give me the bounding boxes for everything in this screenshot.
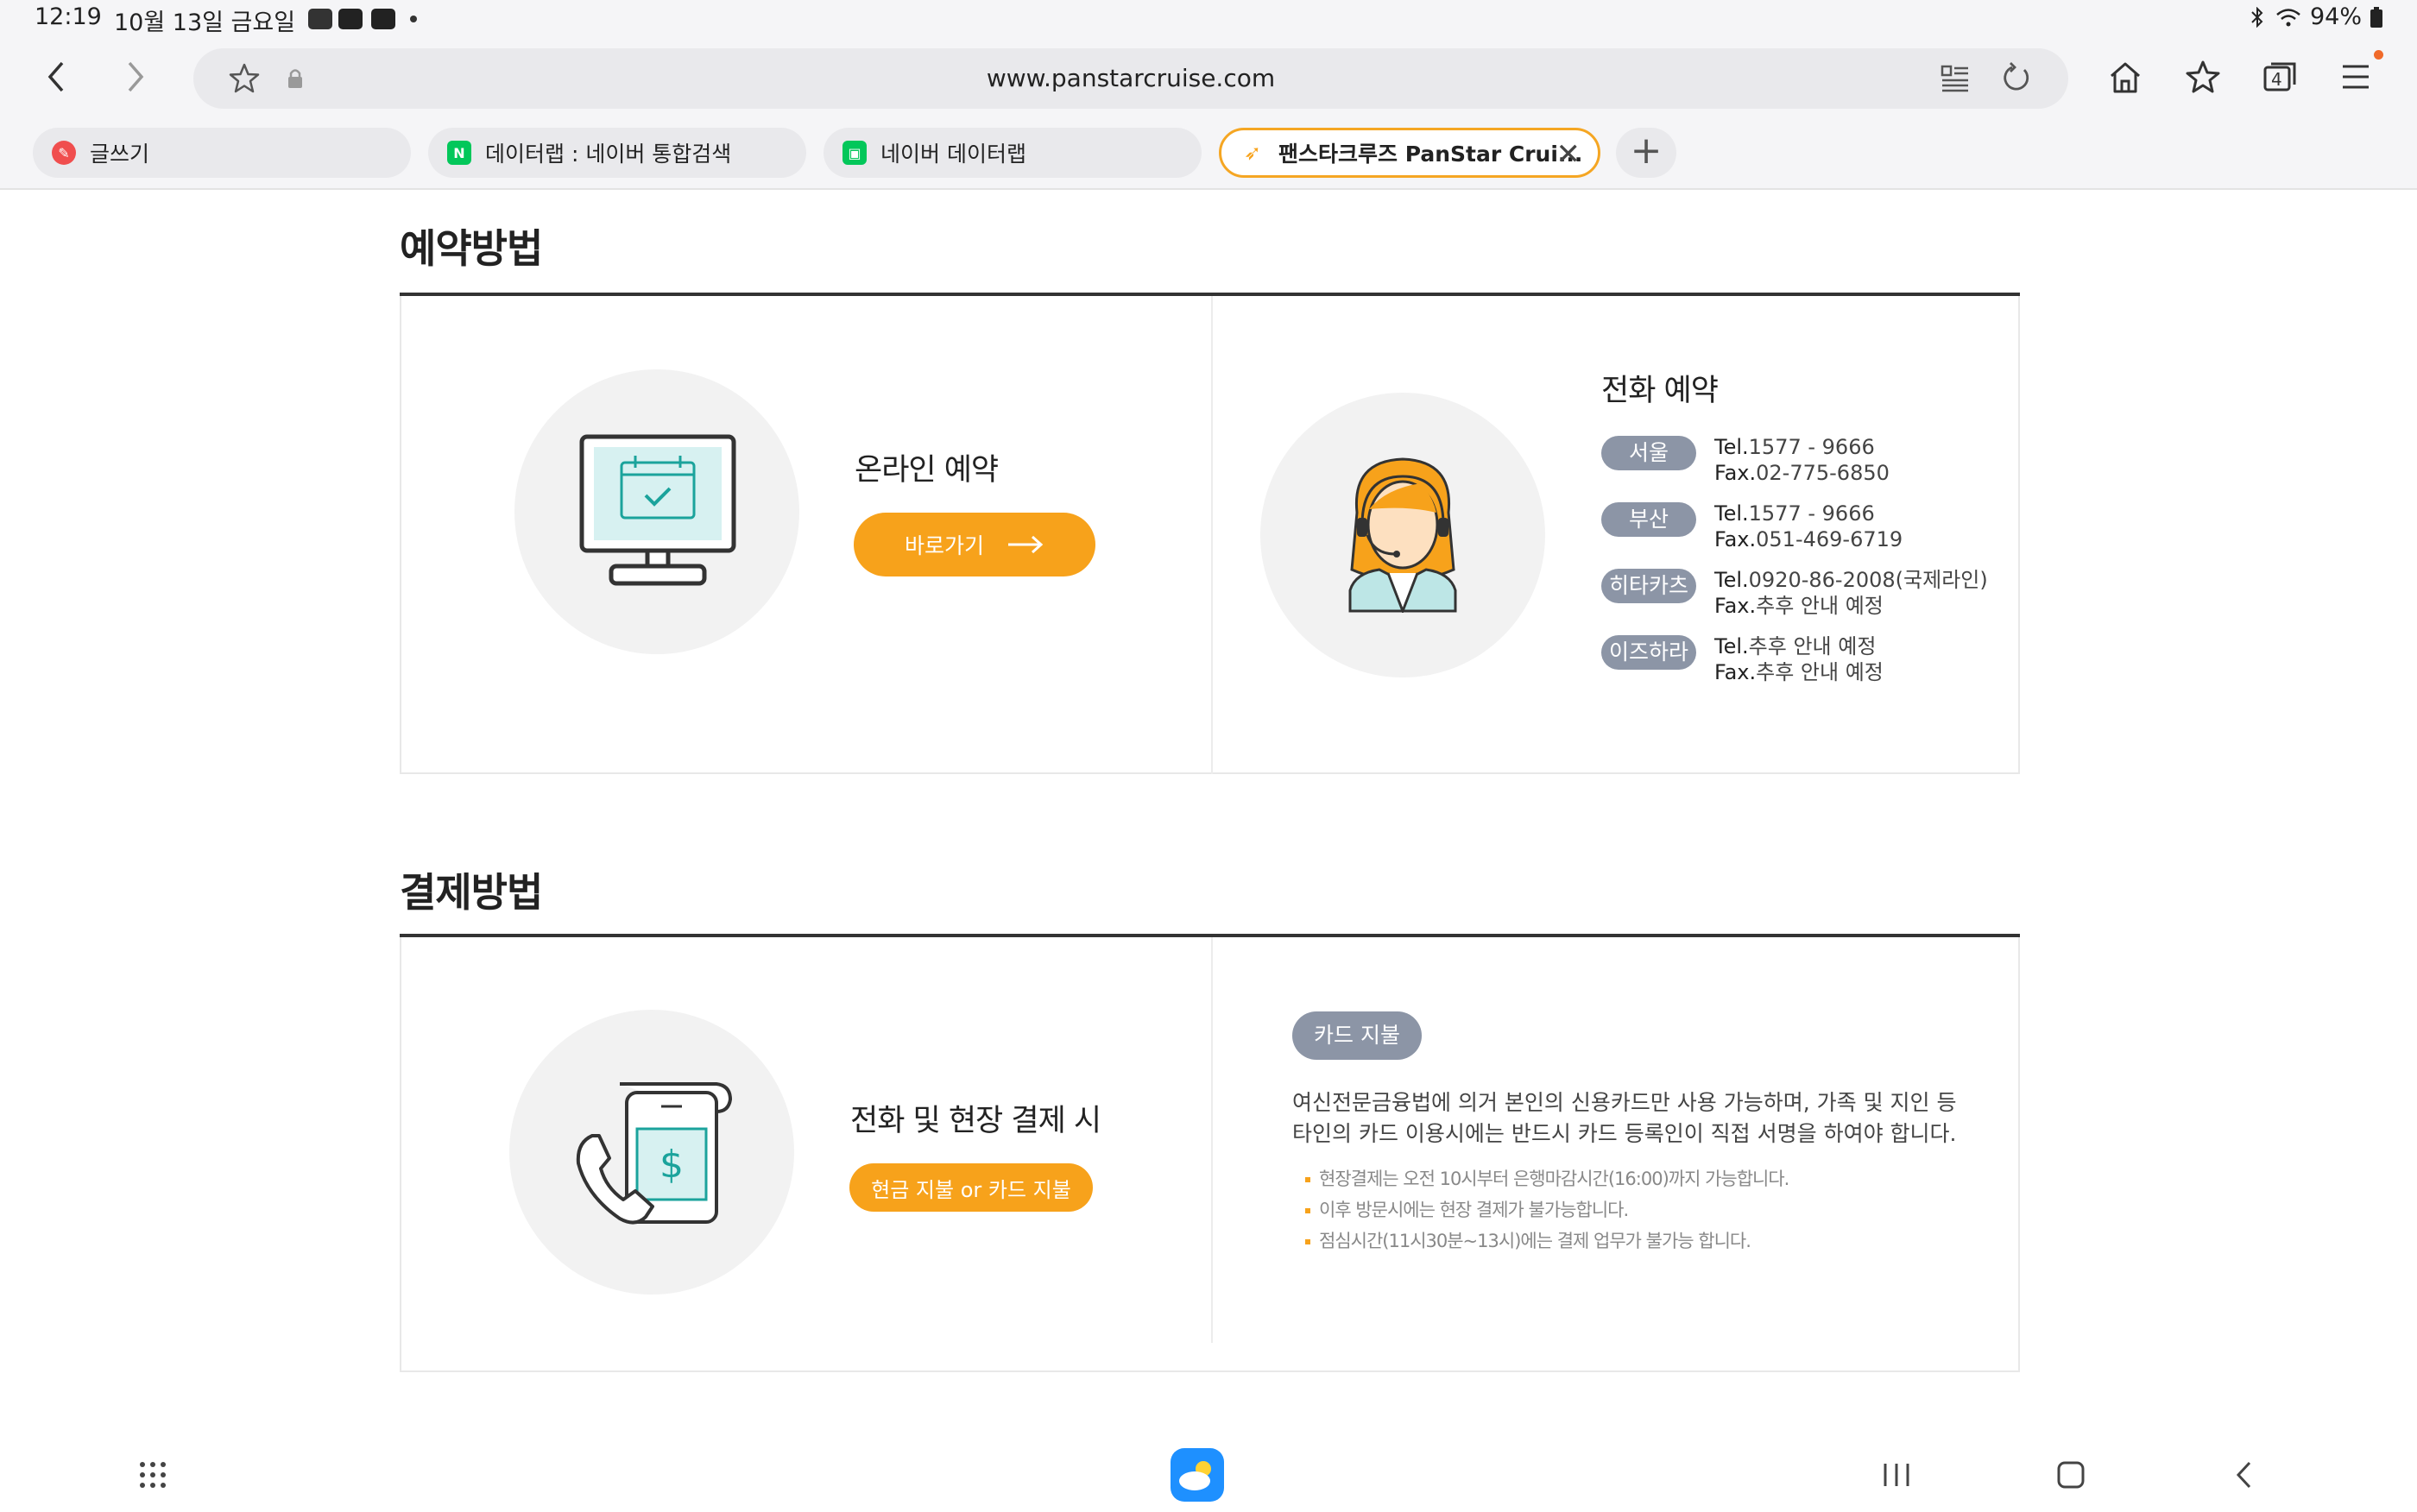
contact-busan: Tel.1577 - 9666 Fax.051-469-6719 xyxy=(1714,501,1903,551)
tab-write[interactable]: ✎ 글쓰기 xyxy=(33,128,411,178)
panstar-icon: ➶ xyxy=(1243,141,1262,165)
phone-payment-icon: $ xyxy=(576,1082,733,1225)
tab-label: 데이터랩 : 네이버 통합검색 xyxy=(485,142,732,167)
tab-strip: ✎ 글쓰기 N 데이터랩 : 네이버 통합검색 ▣ 네이버 데이터랩 ➶ 팬스타… xyxy=(0,114,2417,190)
branch-badge-izuhara: 이즈하라 xyxy=(1601,635,1696,670)
fax-izuhara: 추후 안내 예정 xyxy=(1756,660,1884,684)
battery-percent: 94% xyxy=(2309,3,2362,30)
browser-toolbar: www.panstarcruise.com 4 xyxy=(0,40,2417,114)
description-line: 타인의 카드 이용시에는 반드시 카드 등록인이 직접 서명을 하여야 합니다. xyxy=(1292,1121,1957,1146)
button-label: 바로가기 xyxy=(904,533,984,558)
gallery-notification-icon xyxy=(308,9,332,29)
back-nav-icon[interactable] xyxy=(2234,1460,2255,1490)
phone-reservation-heading: 전화 예약 xyxy=(1601,374,1719,408)
tab-label: 글쓰기 xyxy=(90,142,150,167)
bookmarks-icon[interactable] xyxy=(2184,59,2222,97)
tel-seoul: 1577 - 9666 xyxy=(1748,435,1875,459)
youtube-notification-icon xyxy=(338,9,363,29)
cash-or-card-badge: 현금 지불 or 카드 지불 xyxy=(849,1163,1093,1212)
go-reservation-button[interactable]: 바로가기 xyxy=(854,513,1095,576)
contact-hitakatsu: Tel.0920-86-2008(국제라인) Fax.추후 안내 예정 xyxy=(1714,568,1988,618)
weather-app-icon[interactable] xyxy=(1171,1448,1224,1502)
payment-note: 이후 방문시에는 현장 결제가 불가능합니다. xyxy=(1305,1196,1629,1222)
operator-headset-icon xyxy=(1348,457,1457,613)
forward-icon[interactable] xyxy=(114,55,157,98)
system-nav-bar xyxy=(0,1424,2417,1512)
status-date: 10월 13일 금요일 xyxy=(114,9,296,36)
app-drawer-icon[interactable] xyxy=(138,1460,167,1490)
status-time: 12:19 xyxy=(35,3,102,30)
tab-panstar[interactable]: ➶ 팬스타크루즈 PanStar Crui... ✕ xyxy=(1219,128,1600,178)
status-bar: 12:19 10월 13일 금요일 94% xyxy=(0,0,2417,40)
home-nav-icon[interactable] xyxy=(2056,1460,2086,1490)
payment-note: 점심시간(11시30분~13시)에는 결제 업무가 불가능 합니다. xyxy=(1305,1227,1751,1253)
youtube-notification-icon xyxy=(371,9,395,29)
address-bar[interactable]: www.panstarcruise.com xyxy=(193,48,2068,109)
more-notifications-icon xyxy=(410,16,417,22)
contact-izuhara: Tel.추후 안내 예정 Fax.추후 안내 예정 xyxy=(1714,634,1884,684)
datalab-icon: ▣ xyxy=(842,141,867,165)
card-payment-description: 여신전문금융법에 의거 본인의 신용카드만 사용 가능하며, 가족 및 지인 등… xyxy=(1292,1087,1956,1150)
branch-badge-hitakatsu: 히타카츠 xyxy=(1601,569,1696,603)
phone-onsite-payment-heading: 전화 및 현장 결제 시 xyxy=(850,1104,1101,1138)
recent-apps-icon[interactable] xyxy=(1882,1462,1911,1488)
reader-mode-icon[interactable] xyxy=(1941,64,1970,93)
payment-note: 현장결제는 오전 10시부터 은행마감시간(16:00)까지 가능합니다. xyxy=(1305,1165,1789,1191)
battery-icon xyxy=(2370,6,2382,28)
description-line: 여신전문금융법에 의거 본인의 신용카드만 사용 가능하며, 가족 및 지인 등 xyxy=(1292,1090,1957,1115)
reservation-title: 예약방법 xyxy=(400,225,543,272)
new-tab-button[interactable]: + xyxy=(1616,128,1676,178)
tab-label: 팬스타크루즈 PanStar Crui... xyxy=(1278,142,1583,167)
branch-badge-seoul: 서울 xyxy=(1601,436,1696,470)
fax-hitakatsu: 추후 안내 예정 xyxy=(1756,594,1884,618)
pen-app-icon: ✎ xyxy=(52,141,76,165)
fax-seoul: 02-775-6850 xyxy=(1756,461,1890,485)
online-reservation-heading: 온라인 예약 xyxy=(855,453,999,488)
payment-title: 결제방법 xyxy=(400,869,543,916)
home-icon[interactable] xyxy=(2108,60,2142,95)
column-divider xyxy=(1211,937,1213,1343)
svg-text:$: $ xyxy=(659,1143,684,1187)
tel-busan: 1577 - 9666 xyxy=(1748,501,1875,526)
fax-busan: 051-469-6719 xyxy=(1756,527,1903,551)
close-tab-icon[interactable]: ✕ xyxy=(1556,137,1581,172)
bluetooth-icon xyxy=(2251,6,2263,28)
tabs-icon[interactable]: 4 xyxy=(2263,60,2296,93)
status-right: 94% xyxy=(2248,3,2382,30)
branch-badge-busan: 부산 xyxy=(1601,502,1696,537)
tab-count: 4 xyxy=(2271,69,2282,90)
tab-label: 네이버 데이터랩 xyxy=(880,142,1026,167)
tab-datalab-search[interactable]: N 데이터랩 : 네이버 통합검색 xyxy=(428,128,806,178)
computer-calendar-icon xyxy=(579,434,736,586)
menu-icon[interactable] xyxy=(2341,62,2370,91)
menu-badge xyxy=(2374,50,2383,60)
column-divider xyxy=(1211,296,1213,774)
naver-n-icon: N xyxy=(447,141,471,165)
back-icon[interactable] xyxy=(35,55,78,98)
tab-naver-datalab[interactable]: ▣ 네이버 데이터랩 xyxy=(824,128,1202,178)
arrow-right-icon xyxy=(1008,535,1044,554)
tel-hitakatsu: 0920-86-2008(국제라인) xyxy=(1748,568,1988,592)
wifi-icon xyxy=(2276,8,2300,26)
tel-izuhara: 추후 안내 예정 xyxy=(1748,634,1877,658)
url-text[interactable]: www.panstarcruise.com xyxy=(193,64,2068,92)
contact-seoul: Tel.1577 - 9666 Fax.02-775-6850 xyxy=(1714,435,1890,485)
card-payment-badge: 카드 지불 xyxy=(1292,1011,1422,1060)
reload-icon[interactable] xyxy=(1999,62,2032,95)
